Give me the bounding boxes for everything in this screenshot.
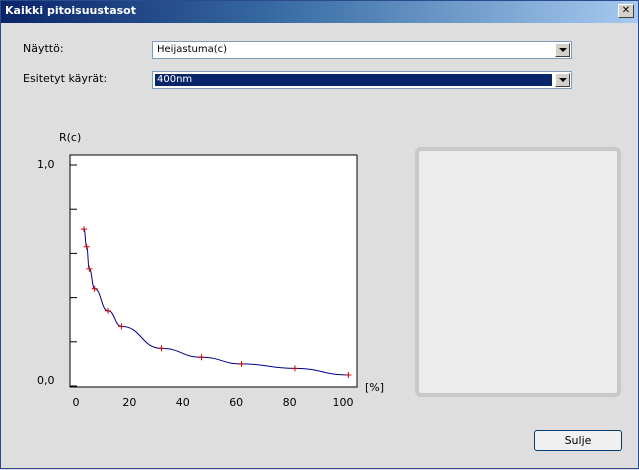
curves-select-value: 400nm [157, 74, 193, 85]
x-tick-label: 40 [176, 396, 190, 409]
y-tick-label: 0,0 [37, 374, 55, 387]
x-tick-label: 60 [229, 396, 243, 409]
x-tick-label: 100 [333, 396, 354, 409]
preview-panel [415, 147, 621, 397]
sulje-button[interactable]: Sulje [534, 430, 622, 451]
y-tick-label: 1,0 [37, 158, 55, 171]
y-axis-label: R(c) [59, 131, 81, 144]
x-tick-label: 20 [122, 396, 136, 409]
dialog-window: Kaikki pitoisuustasot ✕ Näyttö: Heijastu… [0, 0, 639, 469]
x-tick-label: 80 [283, 396, 297, 409]
x-tick-label: 0 [73, 396, 80, 409]
plot-area [69, 154, 358, 388]
x-axis-label: [%] [365, 381, 384, 394]
